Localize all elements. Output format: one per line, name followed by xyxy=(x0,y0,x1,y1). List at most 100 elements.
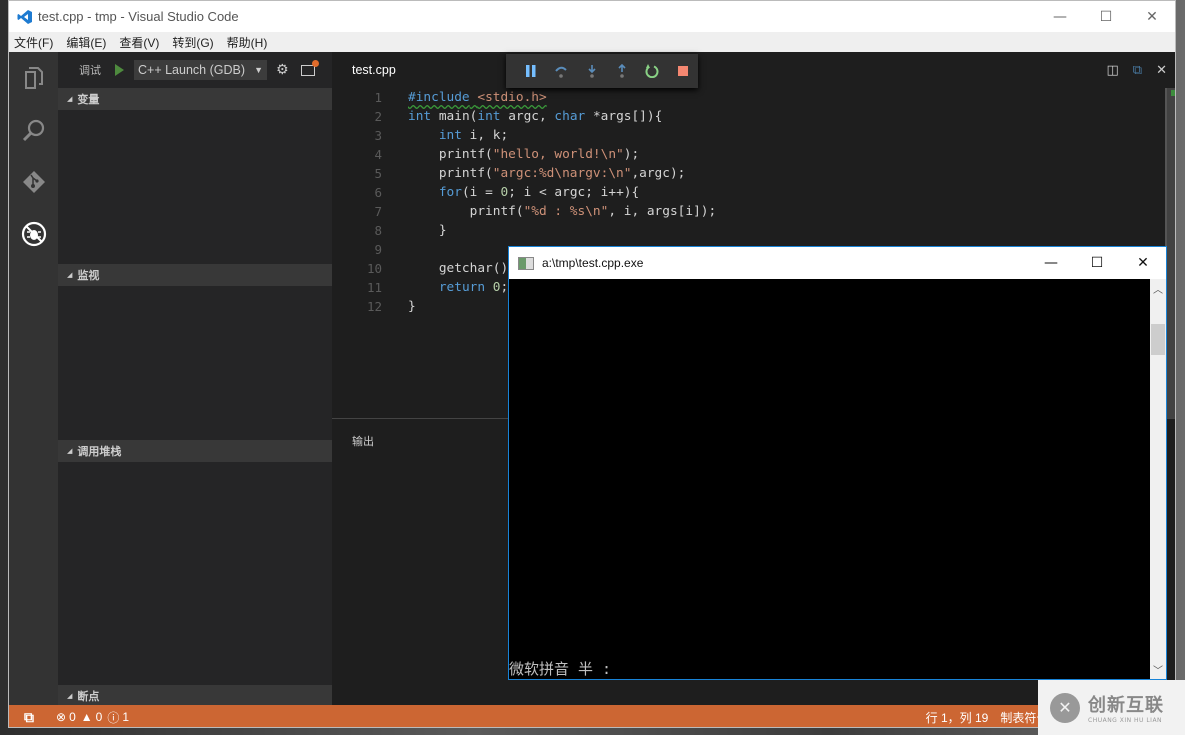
activity-search[interactable] xyxy=(9,104,58,156)
stop-icon xyxy=(677,66,688,76)
activity-git[interactable] xyxy=(9,156,58,208)
tab-test-cpp[interactable]: test.cpp xyxy=(352,63,396,77)
line-number: 1 xyxy=(374,90,382,105)
stop-button[interactable] xyxy=(668,66,698,76)
code-line[interactable]: 3 int i, k; xyxy=(332,126,1165,145)
debug-sidebar: 调试 C++ Launch (GDB) ▼ ⚙ ◢ 变量 ◢ 监视 ◢ 调用堆栈 ◢ 断… xyxy=(58,52,332,707)
line-number: 4 xyxy=(374,147,382,162)
step-into-button[interactable] xyxy=(577,64,607,78)
console-title-bar: a:\tmp\test.cpp.exe — ☐ ✕ xyxy=(509,247,1166,279)
debug-toolbar xyxy=(506,54,698,88)
code-line[interactable]: 7 printf("%d : %s\n", i, args[i]); xyxy=(332,202,1165,221)
tab-bar: test.cpp ◫ ⧉ ✕ xyxy=(332,52,1175,88)
code-line[interactable]: 1 #include <stdio.h> xyxy=(332,88,1165,107)
warning-icon[interactable]: ▲ xyxy=(81,710,93,724)
menu-bar: 文件(F) 编辑(E) 查看(V) 转到(G) 帮助(H) xyxy=(9,32,1175,52)
line-source: return 0; xyxy=(438,280,509,295)
line-source: printf("hello, world!\n"); xyxy=(408,147,640,162)
line-source: for(i = 0; i < argc; i++){ xyxy=(438,185,640,200)
console-output[interactable]: 微软拼音 半 : xyxy=(509,279,1150,679)
step-out-button[interactable] xyxy=(607,64,637,78)
step-over-button[interactable] xyxy=(546,64,576,78)
console-scroll-thumb[interactable] xyxy=(1151,324,1165,355)
console-scrollbar[interactable]: ︿ ﹀ xyxy=(1150,279,1166,679)
close-editor-icon[interactable]: ✕ xyxy=(1156,63,1167,78)
activity-debug[interactable] xyxy=(9,208,58,260)
vscode-logo-icon xyxy=(17,9,32,24)
step-into-icon xyxy=(588,65,596,78)
section-breakpoints-title: 断点 xyxy=(77,690,100,703)
section-variables[interactable]: ◢ 变量 xyxy=(58,88,332,110)
variables-body xyxy=(58,110,332,264)
expand-icon: ◢ xyxy=(67,271,73,279)
open-preview-icon[interactable]: ⧉ xyxy=(1133,63,1142,78)
window-title: test.cpp - tmp - Visual Studio Code xyxy=(38,9,239,24)
restart-button[interactable] xyxy=(637,64,667,78)
line-source: printf("argc:%d\nargv:\n",argc); xyxy=(408,166,686,181)
watch-body xyxy=(58,286,332,440)
maximize-button[interactable]: ☐ xyxy=(1083,1,1129,32)
search-icon xyxy=(22,119,44,142)
section-watch[interactable]: ◢ 监视 xyxy=(58,264,332,286)
section-callstack-title: 调用堆栈 xyxy=(77,445,122,458)
line-number: 6 xyxy=(374,185,382,200)
console-window: a:\tmp\test.cpp.exe — ☐ ✕ 微软拼音 半 : ︿ ﹀ xyxy=(508,246,1167,680)
line-source: #include <stdio.h> xyxy=(408,90,547,105)
start-debug-icon[interactable] xyxy=(115,64,124,76)
line-source: printf("%d : %s\n", i, args[i]); xyxy=(408,204,717,219)
line-source: int i, k; xyxy=(438,128,509,143)
launch-config-value: C++ Launch (GDB) xyxy=(138,63,245,77)
console-maximize-button[interactable]: ☐ xyxy=(1074,247,1120,279)
callstack-body xyxy=(58,462,332,685)
menu-goto[interactable]: 转到(G) xyxy=(167,34,218,51)
gear-icon[interactable]: ⚙ xyxy=(276,62,289,78)
activity-explorer[interactable] xyxy=(9,52,58,104)
close-button[interactable]: ✕ xyxy=(1129,1,1175,32)
launch-config-select[interactable]: C++ Launch (GDB) ▼ xyxy=(134,60,267,80)
line-number: 12 xyxy=(366,299,382,314)
split-editor-icon[interactable]: ◫ xyxy=(1107,63,1119,78)
debug-icon xyxy=(21,221,46,247)
menu-file[interactable]: 文件(F) xyxy=(9,34,58,51)
line-number: 8 xyxy=(374,223,382,238)
code-line[interactable]: 6 for(i = 0; i < argc; i++){ xyxy=(332,183,1165,202)
step-over-icon xyxy=(555,66,568,78)
section-watch-title: 监视 xyxy=(77,269,100,282)
line-number: 3 xyxy=(374,128,382,143)
cursor-position[interactable]: 行 1，列 19 xyxy=(926,709,989,726)
console-title: a:\tmp\test.cpp.exe xyxy=(542,256,644,270)
line-source: getchar(); xyxy=(408,261,516,276)
console-close-button[interactable]: ✕ xyxy=(1120,247,1166,279)
watermark-en: CHUANG XIN HU LIAN xyxy=(1088,717,1163,724)
menu-view[interactable]: 查看(V) xyxy=(114,34,164,51)
info-icon[interactable]: ⓘ xyxy=(107,709,119,726)
ime-status-text: 微软拼音 半 : xyxy=(509,660,612,678)
line-number: 5 xyxy=(374,166,382,181)
overview-ruler-marker xyxy=(1171,90,1175,96)
menu-edit[interactable]: 编辑(E) xyxy=(61,34,111,51)
code-line[interactable]: 4 printf("hello, world!\n"); xyxy=(332,145,1165,164)
section-callstack[interactable]: ◢ 调用堆栈 xyxy=(58,440,332,462)
error-count[interactable]: 0 xyxy=(69,710,76,724)
line-number: 10 xyxy=(366,261,382,276)
info-count[interactable]: 1 xyxy=(122,710,129,724)
line-source: int main(int argc, char *args[]){ xyxy=(408,109,663,124)
menu-help[interactable]: 帮助(H) xyxy=(222,34,273,51)
watermark-logo-icon: ✕ xyxy=(1050,692,1080,723)
code-line[interactable]: 5 printf("argc:%d\nargv:\n",argc); xyxy=(332,164,1165,183)
warning-count[interactable]: 0 xyxy=(96,710,103,724)
error-icon[interactable]: ⊗ xyxy=(56,710,66,724)
section-breakpoints[interactable]: ◢ 断点 xyxy=(58,685,332,707)
code-line[interactable]: 2 int main(int argc, char *args[]){ xyxy=(332,107,1165,126)
watermark-cn: 创新互联 xyxy=(1088,695,1164,716)
scroll-down-icon[interactable]: ﹀ xyxy=(1150,662,1166,677)
pause-button[interactable] xyxy=(516,65,546,77)
code-line[interactable]: 8 } xyxy=(332,221,1165,240)
scroll-up-icon[interactable]: ︿ xyxy=(1150,281,1166,296)
console-minimize-button[interactable]: — xyxy=(1028,247,1074,279)
line-source: } xyxy=(408,223,447,238)
git-icon xyxy=(22,171,45,193)
debug-console-icon[interactable] xyxy=(300,59,319,76)
minimize-button[interactable]: — xyxy=(1037,1,1083,32)
remote-icon[interactable]: ⧉ xyxy=(24,709,34,726)
